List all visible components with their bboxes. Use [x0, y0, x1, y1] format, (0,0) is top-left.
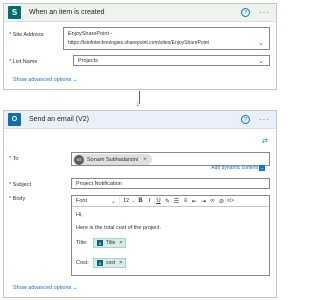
list-name-dropdown[interactable]: Projects ⌄: [73, 55, 270, 66]
list-name-row: * List Name: [9, 56, 63, 65]
to-row: * To: [9, 153, 63, 162]
body-row: * Body: [9, 193, 63, 202]
subject-input[interactable]: Project Notification: [71, 178, 270, 189]
help-icon[interactable]: ?: [241, 115, 250, 124]
font-size-dropdown[interactable]: 12 ⌄: [120, 198, 136, 204]
site-address-line1: EnjoySharePoint -: [68, 31, 113, 37]
body-label: * Body: [9, 196, 26, 202]
code-view-icon[interactable]: </>: [226, 198, 235, 204]
arrow-down-icon: ↓: [135, 99, 140, 108]
body-line-message: Here is the total cost of the project.: [76, 225, 161, 231]
increase-indent-icon[interactable]: ⇥: [199, 198, 208, 205]
more-options-icon[interactable]: ···: [259, 115, 270, 123]
show-advanced-options-link[interactable]: Show advanced options ⌄: [13, 77, 78, 83]
pen-icon[interactable]: ✎: [163, 198, 172, 205]
chevron-down-icon: ⌄: [258, 57, 264, 65]
sharepoint-icon: S: [97, 240, 103, 246]
avatar: SS: [74, 154, 84, 165]
chevron-down-icon: ⌄: [110, 198, 116, 205]
italic-button[interactable]: I: [145, 198, 154, 204]
recipient-name: Sonam Subhadarsini: [87, 156, 139, 163]
site-address-dropdown[interactable]: EnjoySharePoint - https://tsinfotechnolo…: [63, 27, 270, 50]
link-icon[interactable]: ∞: [208, 198, 217, 204]
trigger-card: S When an item is created ? ··· * Site A…: [3, 3, 277, 90]
chevron-down-icon: ⌄: [72, 285, 78, 291]
numbered-list-icon[interactable]: ≡: [181, 198, 190, 204]
cost-prefix: Cost:: [76, 260, 89, 266]
trigger-header[interactable]: S When an item is created ? ···: [4, 4, 276, 22]
more-options-icon[interactable]: ···: [259, 8, 270, 16]
bulleted-list-icon[interactable]: ☰: [172, 198, 181, 205]
help-icon[interactable]: ?: [241, 8, 250, 17]
action-title: Send an email (V2): [29, 116, 89, 123]
body-editor[interactable]: Font ⌄ 12 ⌄ B I U ✎ ☰ ≡ ⇤ ⇥ ∞ ⊘ </> Hi, …: [71, 195, 270, 276]
body-line-greeting: Hi,: [76, 212, 83, 218]
remove-token-icon[interactable]: ×: [119, 260, 122, 266]
add-dynamic-content-link[interactable]: Add dynamic content: [211, 165, 258, 171]
bold-button[interactable]: B: [136, 198, 145, 204]
decrease-indent-icon[interactable]: ⇤: [190, 198, 199, 205]
subject-row: * Subject: [9, 179, 63, 188]
title-token[interactable]: S Title ×: [93, 238, 127, 248]
site-address-row: * Site Address: [9, 29, 63, 38]
switch-input-icon[interactable]: ⇄: [262, 137, 268, 145]
title-prefix: Title:: [76, 240, 88, 246]
sharepoint-icon: S: [97, 260, 103, 266]
trigger-title: When an item is created: [29, 9, 105, 16]
editor-toolbar: Font ⌄ 12 ⌄ B I U ✎ ☰ ≡ ⇤ ⇥ ∞ ⊘ </>: [72, 196, 269, 207]
action-card: O Send an email (V2) ? ··· ⇄ * To SS Son…: [3, 110, 277, 298]
show-advanced-options-link[interactable]: Show advanced options ⌄: [13, 285, 78, 291]
action-header[interactable]: O Send an email (V2) ? ···: [4, 111, 276, 129]
underline-button[interactable]: U: [154, 198, 163, 204]
font-dropdown[interactable]: Font ⌄: [72, 196, 120, 206]
site-address-label: * Site Address: [9, 32, 44, 38]
chevron-down-icon: ⌄: [258, 39, 264, 47]
subject-value: Project Notification: [76, 181, 122, 187]
unlink-icon[interactable]: ⊘: [217, 198, 226, 205]
list-name-value: Projects: [78, 58, 98, 64]
sharepoint-icon: S: [8, 6, 21, 19]
subject-label: * Subject: [9, 182, 32, 188]
dynamic-content-icon[interactable]: +: [259, 165, 265, 171]
to-field[interactable]: SS Sonam Subhadarsini ×: [71, 152, 270, 166]
chevron-down-icon: ⌄: [72, 77, 78, 83]
to-label: * To: [9, 156, 19, 162]
site-address-line2: https://tsinfotechnologies.sharepoint.co…: [68, 40, 209, 46]
list-name-label: * List Name: [9, 59, 38, 65]
remove-recipient-icon[interactable]: ×: [143, 157, 147, 163]
outlook-icon: O: [8, 113, 21, 126]
recipient-chip: SS Sonam Subhadarsini ×: [73, 154, 152, 165]
remove-token-icon[interactable]: ×: [119, 240, 122, 246]
cost-token[interactable]: S cost ×: [93, 258, 127, 268]
